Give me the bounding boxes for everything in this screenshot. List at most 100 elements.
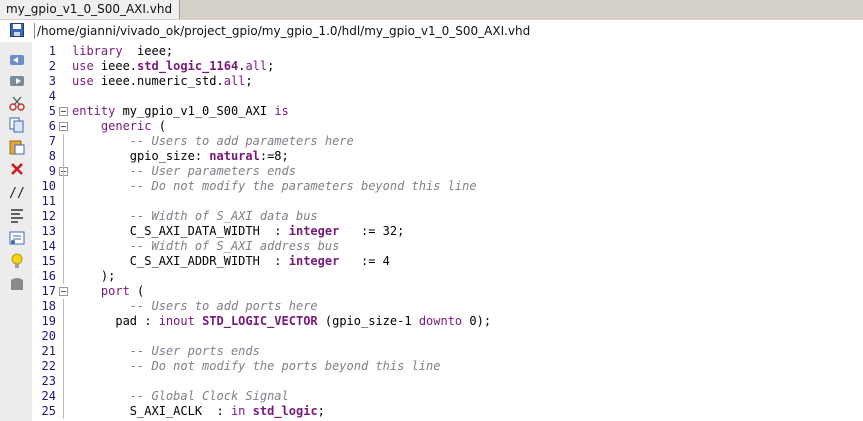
code-line[interactable]: use ieee.numeric_std.all; bbox=[72, 74, 253, 89]
line-number: 21 bbox=[41, 344, 56, 358]
lightbulb-icon[interactable] bbox=[8, 252, 26, 270]
code-line[interactable]: -- Do not modify the parameters beyond t… bbox=[72, 179, 477, 194]
code-line[interactable]: use ieee.std_logic_1164.all; bbox=[72, 59, 274, 74]
line-number: 9 bbox=[48, 164, 56, 178]
code-line[interactable]: -- Users to add ports here bbox=[72, 299, 318, 314]
line-number: 8 bbox=[48, 149, 56, 163]
code-token: use bbox=[72, 59, 94, 73]
line-number: 11 bbox=[41, 194, 56, 208]
cut-icon[interactable] bbox=[8, 94, 26, 112]
line-number: 15 bbox=[41, 254, 56, 268]
code-token: ieee.numeric_std. bbox=[93, 74, 224, 88]
code-line[interactable]: gpio_size: natural:=8; bbox=[72, 149, 289, 164]
code-token: downto bbox=[418, 314, 463, 328]
line-number: 17 bbox=[41, 284, 56, 298]
fold-guide bbox=[63, 299, 64, 419]
code-line[interactable]: -- Users to add parameters here bbox=[72, 134, 354, 149]
code-line[interactable]: -- Width of S_AXI data bus bbox=[72, 209, 318, 224]
redo-icon[interactable] bbox=[8, 72, 26, 90]
line-number: 16 bbox=[41, 269, 56, 283]
code-line[interactable]: generic ( bbox=[72, 119, 166, 134]
code-token: 0); bbox=[462, 314, 492, 328]
code-token: ; bbox=[245, 74, 253, 88]
code-token: -- Users to add parameters here bbox=[129, 134, 354, 148]
code-token: := 32; bbox=[339, 224, 405, 238]
code-line[interactable]: ); bbox=[72, 269, 115, 284]
code-line[interactable]: S_AXI_ACLK : in std_logic; bbox=[72, 404, 325, 419]
paste-icon[interactable] bbox=[8, 138, 26, 156]
fold-toggle-icon[interactable] bbox=[59, 107, 68, 116]
insert-template-icon[interactable] bbox=[8, 229, 26, 247]
line-number-gutter: 1 2 3 4 5 6 7 8 9 10 11 12 13 14 15 16 17 18 19 20 21 22 23 24 2… bbox=[32, 42, 72, 421]
code-line[interactable]: C_S_AXI_ADDR_WIDTH : integer := 4 bbox=[72, 254, 390, 269]
code-token: ( bbox=[129, 284, 145, 298]
code-token: pad : bbox=[72, 314, 159, 328]
line-number: 22 bbox=[41, 359, 56, 373]
code-token: -- Do not modify the ports beyond this l… bbox=[129, 359, 441, 373]
line-number: 4 bbox=[48, 89, 56, 103]
code-token: inout bbox=[158, 314, 195, 328]
line-number: 13 bbox=[41, 224, 56, 238]
toggle-comment-icon[interactable]: // bbox=[8, 184, 26, 202]
line-number: 3 bbox=[48, 74, 56, 88]
fold-toggle-icon[interactable] bbox=[59, 122, 68, 131]
line-number: 7 bbox=[48, 134, 56, 148]
line-number: 10 bbox=[41, 179, 56, 193]
line-number: 20 bbox=[41, 329, 56, 343]
code-line[interactable]: library ieee; bbox=[72, 44, 173, 59]
code-token: ieee; bbox=[122, 44, 174, 58]
code-token: natural bbox=[209, 149, 260, 163]
copy-icon[interactable] bbox=[8, 116, 26, 134]
code-token: my_gpio_v1_0_S00_AXI bbox=[115, 104, 275, 118]
line-number: 25 bbox=[41, 404, 56, 418]
code-line[interactable]: -- Width of S_AXI address bus bbox=[72, 239, 340, 254]
save-icon[interactable] bbox=[8, 21, 26, 39]
tab-bar: my_gpio_v1_0_S00_AXI.vhd * bbox=[0, 0, 863, 35]
fold-guide bbox=[63, 134, 64, 284]
line-number: 1 bbox=[48, 44, 56, 58]
code-line[interactable]: pad : inout STD_LOGIC_VECTOR (gpio_size-… bbox=[72, 314, 491, 329]
code-token: ieee. bbox=[93, 59, 138, 73]
code-token: -- Users to add ports here bbox=[129, 299, 318, 313]
code-line[interactable]: port ( bbox=[72, 284, 144, 299]
code-token: -- Width of S_AXI data bus bbox=[129, 209, 318, 223]
line-number: 5 bbox=[48, 104, 56, 118]
code-line[interactable]: -- Do not modify the ports beyond this l… bbox=[72, 359, 441, 374]
code-token: STD_LOGIC_VECTOR bbox=[202, 314, 318, 328]
delete-icon[interactable] bbox=[8, 160, 26, 178]
code-token: port bbox=[100, 284, 130, 298]
line-number: 6 bbox=[48, 119, 56, 133]
code-line[interactable]: -- Global Clock Signal bbox=[72, 389, 289, 404]
code-line[interactable]: C_S_AXI_DATA_WIDTH : integer := 32; bbox=[72, 224, 405, 239]
code-token: (gpio_size-1 bbox=[317, 314, 419, 328]
line-number: 23 bbox=[41, 374, 56, 388]
file-path: /home/gianni/vivado_ok/project_gpio/my_g… bbox=[34, 23, 530, 39]
editor-tab[interactable]: my_gpio_v1_0_S00_AXI.vhd * bbox=[0, 0, 180, 35]
fold-toggle-icon[interactable] bbox=[59, 287, 68, 296]
code-token: ; bbox=[317, 404, 325, 418]
code-line[interactable]: -- User parameters ends bbox=[72, 164, 296, 179]
code-token: std_logic bbox=[252, 404, 318, 418]
undo-icon[interactable] bbox=[8, 51, 26, 69]
code-token: C_S_AXI_DATA_WIDTH : bbox=[72, 224, 289, 238]
code-token: library bbox=[72, 44, 123, 58]
code-token: C_S_AXI_ADDR_WIDTH : bbox=[72, 254, 289, 268]
code-line[interactable]: -- User ports ends bbox=[72, 344, 260, 359]
code-editor[interactable]: library ieee; use ieee.std_logic_1164.all… bbox=[72, 42, 863, 421]
code-token: -- Global Clock Signal bbox=[129, 389, 289, 403]
code-token: ( bbox=[151, 119, 166, 133]
code-token: in bbox=[230, 404, 246, 418]
code-line[interactable]: entity my_gpio_v1_0_S00_AXI is bbox=[72, 104, 289, 119]
align-icon[interactable] bbox=[8, 206, 26, 224]
code-token: gpio_size: bbox=[72, 149, 210, 163]
templates-icon[interactable] bbox=[8, 275, 26, 293]
